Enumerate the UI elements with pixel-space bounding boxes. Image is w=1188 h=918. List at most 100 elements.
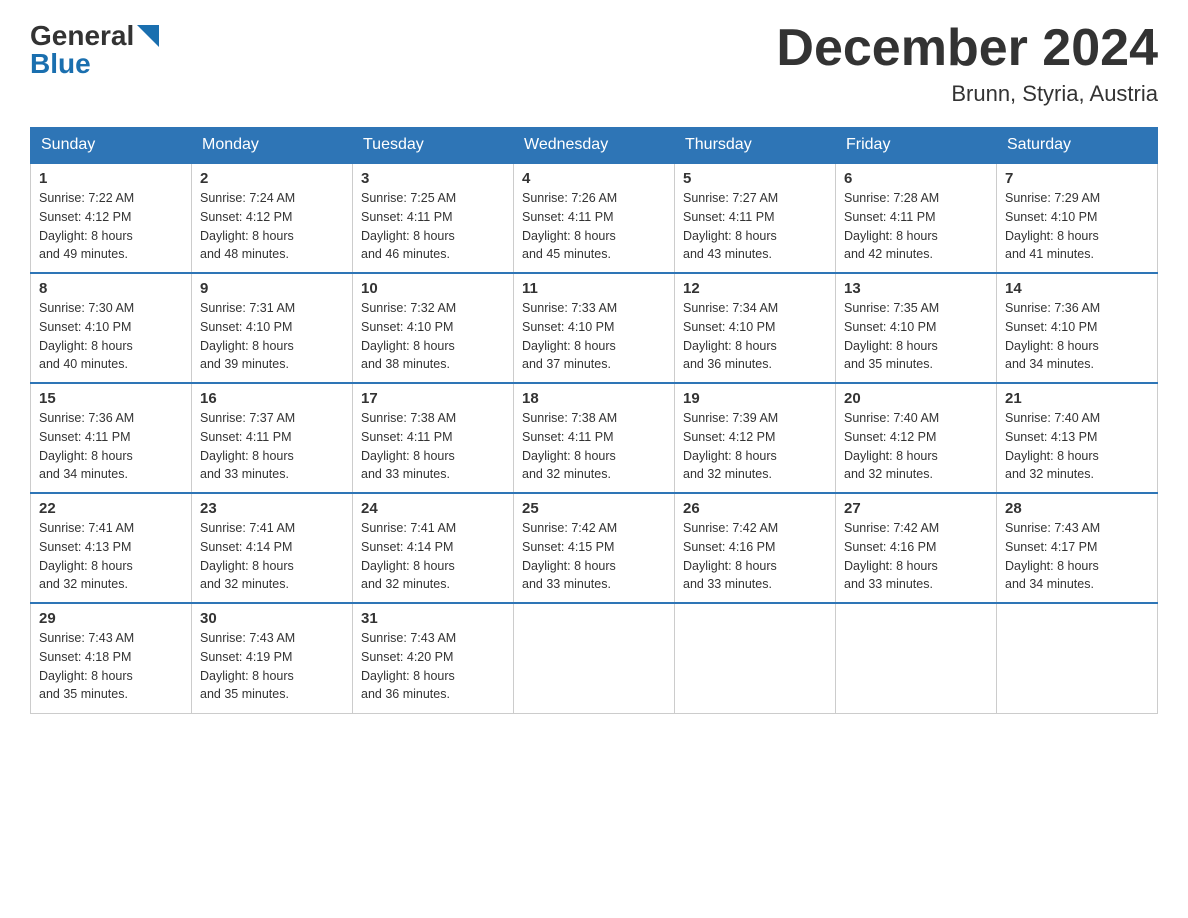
day-number: 11 xyxy=(522,280,666,297)
day-info: Sunrise: 7:32 AM Sunset: 4:10 PM Dayligh… xyxy=(361,299,505,374)
day-number: 8 xyxy=(39,280,183,297)
logo-blue-text: Blue xyxy=(30,48,91,80)
calendar-cell: 15 Sunrise: 7:36 AM Sunset: 4:11 PM Dayl… xyxy=(31,383,192,493)
day-number: 14 xyxy=(1005,280,1149,297)
calendar-cell xyxy=(836,603,997,713)
calendar-cell: 27 Sunrise: 7:42 AM Sunset: 4:16 PM Dayl… xyxy=(836,493,997,603)
calendar-cell xyxy=(997,603,1158,713)
day-number: 1 xyxy=(39,170,183,187)
day-number: 7 xyxy=(1005,170,1149,187)
day-info: Sunrise: 7:34 AM Sunset: 4:10 PM Dayligh… xyxy=(683,299,827,374)
day-number: 25 xyxy=(522,500,666,517)
day-number: 16 xyxy=(200,390,344,407)
calendar-cell xyxy=(675,603,836,713)
day-info: Sunrise: 7:41 AM Sunset: 4:14 PM Dayligh… xyxy=(200,519,344,594)
calendar-cell: 13 Sunrise: 7:35 AM Sunset: 4:10 PM Dayl… xyxy=(836,273,997,383)
day-info: Sunrise: 7:38 AM Sunset: 4:11 PM Dayligh… xyxy=(522,409,666,484)
day-number: 31 xyxy=(361,610,505,627)
day-info: Sunrise: 7:36 AM Sunset: 4:11 PM Dayligh… xyxy=(39,409,183,484)
day-number: 15 xyxy=(39,390,183,407)
day-info: Sunrise: 7:31 AM Sunset: 4:10 PM Dayligh… xyxy=(200,299,344,374)
week-row-5: 29 Sunrise: 7:43 AM Sunset: 4:18 PM Dayl… xyxy=(31,603,1158,713)
calendar-cell: 28 Sunrise: 7:43 AM Sunset: 4:17 PM Dayl… xyxy=(997,493,1158,603)
day-number: 29 xyxy=(39,610,183,627)
calendar-cell: 17 Sunrise: 7:38 AM Sunset: 4:11 PM Dayl… xyxy=(353,383,514,493)
day-info: Sunrise: 7:29 AM Sunset: 4:10 PM Dayligh… xyxy=(1005,189,1149,264)
calendar-cell: 5 Sunrise: 7:27 AM Sunset: 4:11 PM Dayli… xyxy=(675,163,836,273)
calendar-cell: 23 Sunrise: 7:41 AM Sunset: 4:14 PM Dayl… xyxy=(192,493,353,603)
calendar-cell: 1 Sunrise: 7:22 AM Sunset: 4:12 PM Dayli… xyxy=(31,163,192,273)
day-number: 12 xyxy=(683,280,827,297)
day-info: Sunrise: 7:30 AM Sunset: 4:10 PM Dayligh… xyxy=(39,299,183,374)
day-number: 20 xyxy=(844,390,988,407)
calendar-cell: 26 Sunrise: 7:42 AM Sunset: 4:16 PM Dayl… xyxy=(675,493,836,603)
calendar-cell: 6 Sunrise: 7:28 AM Sunset: 4:11 PM Dayli… xyxy=(836,163,997,273)
logo-triangle-icon xyxy=(137,25,159,47)
day-info: Sunrise: 7:43 AM Sunset: 4:17 PM Dayligh… xyxy=(1005,519,1149,594)
calendar-cell: 22 Sunrise: 7:41 AM Sunset: 4:13 PM Dayl… xyxy=(31,493,192,603)
day-info: Sunrise: 7:33 AM Sunset: 4:10 PM Dayligh… xyxy=(522,299,666,374)
column-header-saturday: Saturday xyxy=(997,128,1158,164)
day-info: Sunrise: 7:41 AM Sunset: 4:14 PM Dayligh… xyxy=(361,519,505,594)
day-info: Sunrise: 7:26 AM Sunset: 4:11 PM Dayligh… xyxy=(522,189,666,264)
calendar-header-row: SundayMondayTuesdayWednesdayThursdayFrid… xyxy=(31,128,1158,164)
day-number: 17 xyxy=(361,390,505,407)
calendar-cell: 9 Sunrise: 7:31 AM Sunset: 4:10 PM Dayli… xyxy=(192,273,353,383)
column-header-monday: Monday xyxy=(192,128,353,164)
column-header-sunday: Sunday xyxy=(31,128,192,164)
day-number: 2 xyxy=(200,170,344,187)
calendar-cell: 16 Sunrise: 7:37 AM Sunset: 4:11 PM Dayl… xyxy=(192,383,353,493)
calendar-cell xyxy=(514,603,675,713)
calendar-cell: 7 Sunrise: 7:29 AM Sunset: 4:10 PM Dayli… xyxy=(997,163,1158,273)
day-info: Sunrise: 7:27 AM Sunset: 4:11 PM Dayligh… xyxy=(683,189,827,264)
calendar-cell: 3 Sunrise: 7:25 AM Sunset: 4:11 PM Dayli… xyxy=(353,163,514,273)
day-number: 19 xyxy=(683,390,827,407)
subtitle: Brunn, Styria, Austria xyxy=(776,81,1158,107)
calendar-cell: 4 Sunrise: 7:26 AM Sunset: 4:11 PM Dayli… xyxy=(514,163,675,273)
day-info: Sunrise: 7:24 AM Sunset: 4:12 PM Dayligh… xyxy=(200,189,344,264)
day-info: Sunrise: 7:22 AM Sunset: 4:12 PM Dayligh… xyxy=(39,189,183,264)
day-info: Sunrise: 7:35 AM Sunset: 4:10 PM Dayligh… xyxy=(844,299,988,374)
day-info: Sunrise: 7:43 AM Sunset: 4:19 PM Dayligh… xyxy=(200,629,344,704)
week-row-1: 1 Sunrise: 7:22 AM Sunset: 4:12 PM Dayli… xyxy=(31,163,1158,273)
week-row-4: 22 Sunrise: 7:41 AM Sunset: 4:13 PM Dayl… xyxy=(31,493,1158,603)
day-info: Sunrise: 7:40 AM Sunset: 4:13 PM Dayligh… xyxy=(1005,409,1149,484)
calendar-cell: 11 Sunrise: 7:33 AM Sunset: 4:10 PM Dayl… xyxy=(514,273,675,383)
logo: General Blue xyxy=(30,20,159,80)
calendar-cell: 25 Sunrise: 7:42 AM Sunset: 4:15 PM Dayl… xyxy=(514,493,675,603)
main-title: December 2024 xyxy=(776,20,1158,77)
calendar-cell: 8 Sunrise: 7:30 AM Sunset: 4:10 PM Dayli… xyxy=(31,273,192,383)
day-number: 22 xyxy=(39,500,183,517)
day-number: 28 xyxy=(1005,500,1149,517)
title-block: December 2024 Brunn, Styria, Austria xyxy=(776,20,1158,107)
day-number: 24 xyxy=(361,500,505,517)
day-info: Sunrise: 7:41 AM Sunset: 4:13 PM Dayligh… xyxy=(39,519,183,594)
day-info: Sunrise: 7:25 AM Sunset: 4:11 PM Dayligh… xyxy=(361,189,505,264)
calendar-cell: 31 Sunrise: 7:43 AM Sunset: 4:20 PM Dayl… xyxy=(353,603,514,713)
day-info: Sunrise: 7:36 AM Sunset: 4:10 PM Dayligh… xyxy=(1005,299,1149,374)
calendar-cell: 2 Sunrise: 7:24 AM Sunset: 4:12 PM Dayli… xyxy=(192,163,353,273)
day-info: Sunrise: 7:42 AM Sunset: 4:16 PM Dayligh… xyxy=(844,519,988,594)
week-row-3: 15 Sunrise: 7:36 AM Sunset: 4:11 PM Dayl… xyxy=(31,383,1158,493)
day-number: 9 xyxy=(200,280,344,297)
day-number: 13 xyxy=(844,280,988,297)
day-info: Sunrise: 7:38 AM Sunset: 4:11 PM Dayligh… xyxy=(361,409,505,484)
day-number: 30 xyxy=(200,610,344,627)
calendar-cell: 12 Sunrise: 7:34 AM Sunset: 4:10 PM Dayl… xyxy=(675,273,836,383)
column-header-wednesday: Wednesday xyxy=(514,128,675,164)
column-header-thursday: Thursday xyxy=(675,128,836,164)
calendar-cell: 29 Sunrise: 7:43 AM Sunset: 4:18 PM Dayl… xyxy=(31,603,192,713)
day-number: 5 xyxy=(683,170,827,187)
day-number: 23 xyxy=(200,500,344,517)
column-header-tuesday: Tuesday xyxy=(353,128,514,164)
calendar-cell: 20 Sunrise: 7:40 AM Sunset: 4:12 PM Dayl… xyxy=(836,383,997,493)
day-number: 4 xyxy=(522,170,666,187)
day-number: 3 xyxy=(361,170,505,187)
day-info: Sunrise: 7:42 AM Sunset: 4:15 PM Dayligh… xyxy=(522,519,666,594)
day-info: Sunrise: 7:28 AM Sunset: 4:11 PM Dayligh… xyxy=(844,189,988,264)
calendar-cell: 14 Sunrise: 7:36 AM Sunset: 4:10 PM Dayl… xyxy=(997,273,1158,383)
day-number: 27 xyxy=(844,500,988,517)
calendar-cell: 18 Sunrise: 7:38 AM Sunset: 4:11 PM Dayl… xyxy=(514,383,675,493)
calendar-table: SundayMondayTuesdayWednesdayThursdayFrid… xyxy=(30,127,1158,714)
day-number: 18 xyxy=(522,390,666,407)
